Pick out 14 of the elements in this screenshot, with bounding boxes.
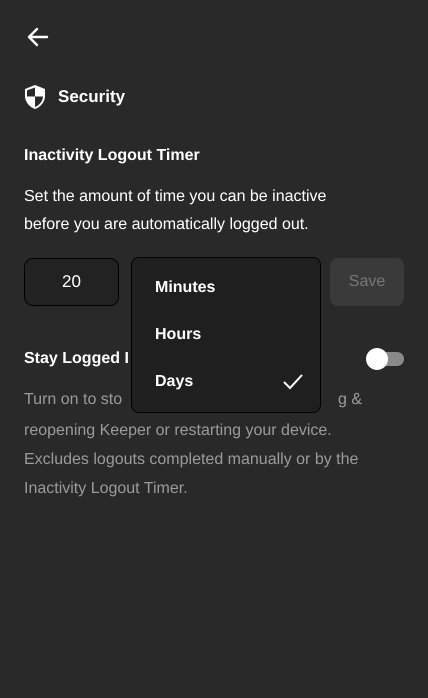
setting-title: Stay Logged I	[24, 350, 129, 368]
setting-description: Turn on to sto	[24, 390, 122, 410]
setting-description: g &	[338, 390, 362, 410]
setting-title: Inactivity Logout Timer	[24, 147, 201, 165]
shield-icon	[24, 84, 46, 110]
back-arrow-icon	[27, 27, 49, 47]
menu-item[interactable]: Minutes	[132, 264, 320, 312]
setting-description: Set the amount of time you can be inactive before you are automatically logged out.	[24, 187, 328, 235]
toggle-switch[interactable]	[366, 348, 404, 370]
menu-item[interactable]: Hours	[132, 311, 320, 359]
setting-description: reopening Keeper or restarting your device. Excludes logouts completed manually or by the Inactivity Logout Timer.	[24, 421, 360, 499]
section-title: Security	[58, 87, 126, 107]
amount-field[interactable]: 20	[24, 258, 119, 306]
menu-item[interactable]: Days	[132, 358, 320, 406]
